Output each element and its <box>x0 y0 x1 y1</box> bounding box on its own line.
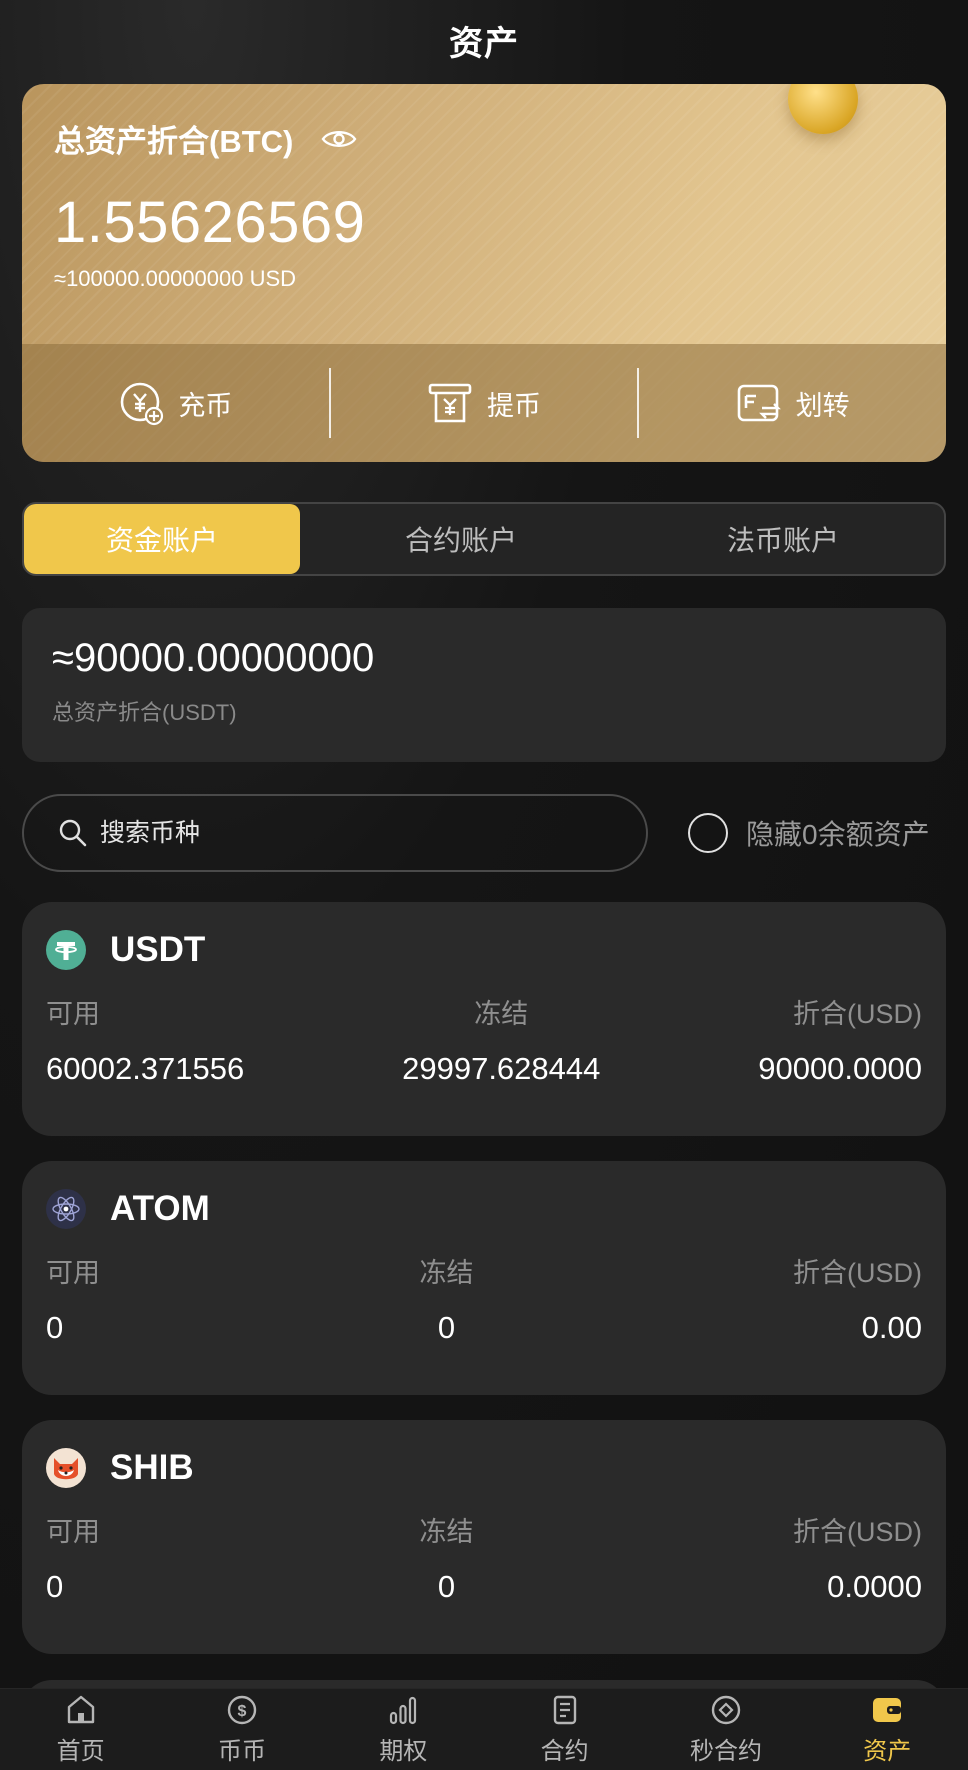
assets-page: 资产 总资产折合(BTC) 1.55626569 ≈100000.0000000… <box>0 0 968 1770</box>
available-label: 可用 <box>46 1258 100 1288</box>
svg-text:$: $ <box>238 1703 247 1720</box>
total-assets-usd: ≈100000.00000000 USD <box>54 266 297 291</box>
search-input[interactable] <box>100 818 580 848</box>
deposit-coin-icon <box>121 382 164 426</box>
header: 资产 <box>0 0 968 80</box>
asset-card-usdt[interactable]: USDT 可用 60002.371556 冻结 29997.628444 折合(… <box>22 902 946 1136</box>
asset-name: ATOM <box>110 1189 210 1228</box>
summary-label: 总资产折合(USDT) <box>52 700 237 725</box>
nav-assets[interactable]: 资产 <box>807 1689 968 1770</box>
summary-value: ≈90000.00000000 <box>52 636 375 680</box>
tab-funding-account[interactable]: 资金账户 <box>24 504 300 574</box>
page-title: 资产 <box>449 24 519 63</box>
bar-chart-icon <box>390 1696 417 1725</box>
total-assets-card: 总资产折合(BTC) 1.55626569 ≈100000.00000000 U… <box>22 84 946 462</box>
transfer-label: 划转 <box>795 390 850 421</box>
converted-label: 折合(USD) <box>793 1517 922 1547</box>
frozen-value: 29997.628444 <box>402 1051 601 1086</box>
asset-name: USDT <box>110 930 206 969</box>
withdraw-coin-icon <box>428 383 472 423</box>
nav-label: 期权 <box>379 1738 428 1765</box>
converted-value: 90000.0000 <box>758 1051 922 1086</box>
tab-contract-account[interactable]: 合约账户 <box>300 504 622 574</box>
nav-label: 合约 <box>540 1738 589 1765</box>
frozen-label: 冻结 <box>474 999 529 1029</box>
shiba-inu-icon <box>46 1448 86 1488</box>
search-box[interactable] <box>22 794 648 872</box>
nav-options[interactable]: 期权 <box>323 1689 484 1770</box>
asset-card-atom[interactable]: ATOM 可用 0 冻结 0 折合(USD) 0.00 <box>22 1161 946 1395</box>
tether-icon <box>46 930 86 970</box>
frozen-value: 0 <box>437 1569 456 1604</box>
search-icon <box>59 819 87 847</box>
tab-fiat-account[interactable]: 法币账户 <box>622 504 944 574</box>
nav-contract[interactable]: 合约 <box>484 1689 645 1770</box>
account-tabs: 资金账户 合约账户 法币账户 <box>22 502 946 576</box>
cosmos-atom-icon <box>46 1189 86 1229</box>
nav-label: 首页 <box>56 1738 105 1765</box>
nav-label: 资产 <box>863 1738 912 1765</box>
withdraw-label: 提币 <box>487 390 541 421</box>
nav-home[interactable]: 首页 <box>0 1689 161 1770</box>
wallet-icon <box>873 1698 902 1722</box>
converted-value: 0.0000 <box>827 1569 922 1604</box>
frozen-value: 0 <box>437 1310 456 1345</box>
converted-value: 0.00 <box>861 1310 922 1345</box>
eye-icon[interactable] <box>321 127 357 151</box>
available-label: 可用 <box>46 1517 100 1547</box>
converted-label: 折合(USD) <box>793 1258 922 1288</box>
available-value: 0 <box>46 1569 64 1604</box>
hide-zero-toggle[interactable]: 隐藏0余额资产 <box>688 810 930 856</box>
home-icon <box>67 1695 94 1724</box>
available-label: 可用 <box>46 999 100 1029</box>
diamond-circle-icon <box>711 1695 741 1725</box>
nav-label: 秒合约 <box>689 1738 762 1765</box>
deposit-label: 充币 <box>178 390 233 421</box>
total-assets-label: 总资产折合(BTC) <box>54 124 294 159</box>
nav-spot[interactable]: $ 币币 <box>161 1689 322 1770</box>
asset-name: SHIB <box>110 1448 194 1487</box>
hide-zero-radio[interactable] <box>688 813 728 853</box>
hide-zero-label: 隐藏0余额资产 <box>746 819 930 850</box>
document-icon <box>553 1695 576 1725</box>
transfer-icon <box>737 384 781 422</box>
available-value: 0 <box>46 1310 64 1345</box>
frozen-label: 冻结 <box>419 1258 474 1288</box>
withdraw-button[interactable]: 提币 <box>328 368 638 438</box>
total-assets-btc: 1.55626569 <box>54 190 366 255</box>
available-value: 60002.371556 <box>46 1051 245 1086</box>
converted-label: 折合(USD) <box>793 999 922 1029</box>
deposit-button[interactable]: 充币 <box>22 368 329 438</box>
frozen-label: 冻结 <box>419 1517 474 1547</box>
nav-second-contract[interactable]: 秒合约 <box>645 1689 806 1770</box>
usdt-summary-card: ≈90000.00000000 总资产折合(USDT) <box>22 608 946 762</box>
bottom-nav: 首页 $ 币币 期权 合约 秒合约 资产 <box>0 1688 968 1770</box>
nav-label: 币币 <box>217 1738 266 1765</box>
transfer-button[interactable]: 划转 <box>637 368 946 438</box>
coin-dollar-icon: $ <box>227 1695 257 1725</box>
card-actions: 充币 提币 划转 <box>22 344 946 462</box>
asset-card-shib[interactable]: SHIB 可用 0 冻结 0 折合(USD) 0.0000 <box>22 1420 946 1654</box>
